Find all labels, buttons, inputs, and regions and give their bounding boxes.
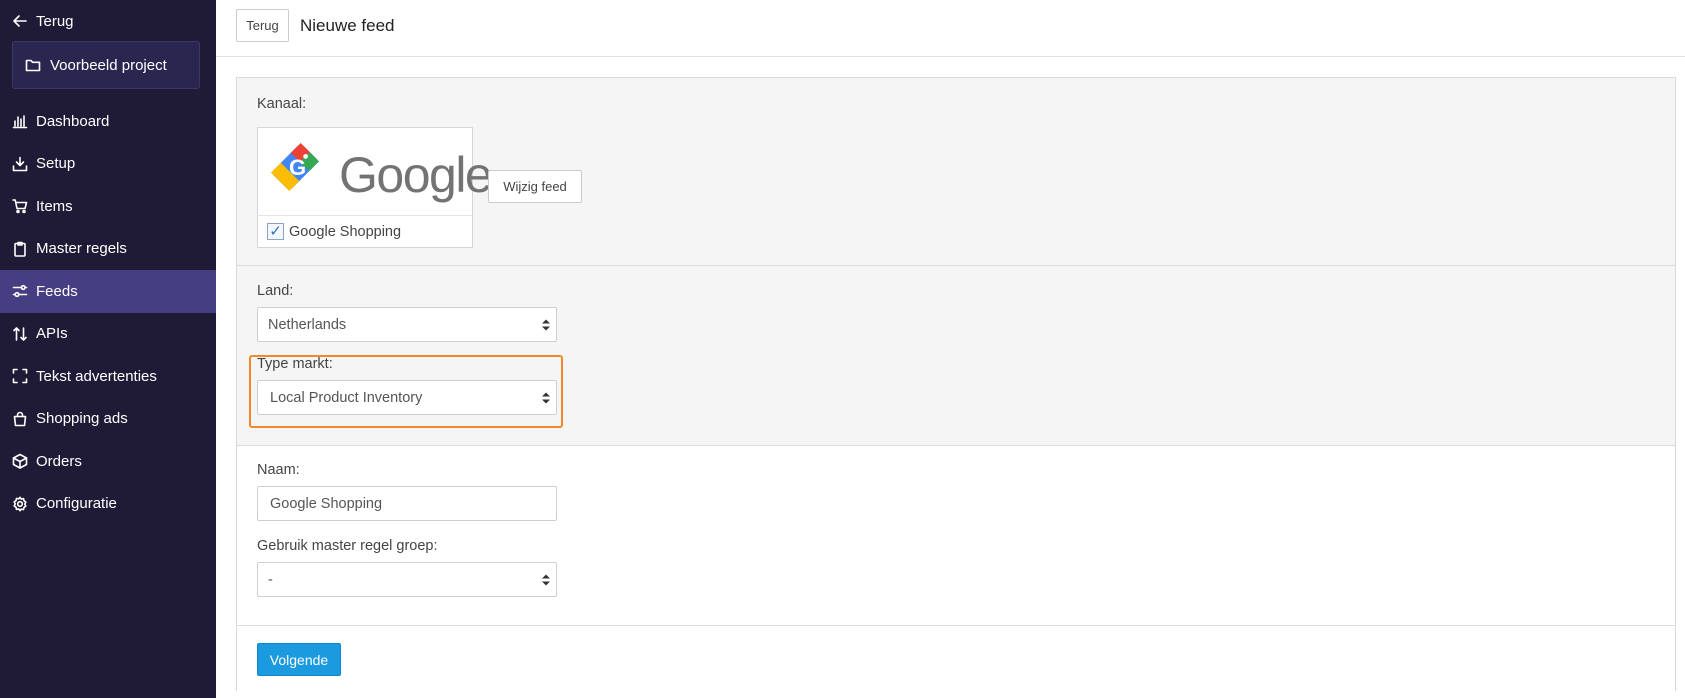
sidebar-item-shopping-ads[interactable]: Shopping ads — [0, 398, 216, 441]
back-link[interactable]: Terug — [12, 9, 74, 33]
back-link-label: Terug — [36, 12, 74, 30]
market-type-highlight — [249, 355, 563, 428]
country-label: Land: — [257, 283, 294, 299]
sidebar-item-label: Master regels — [36, 240, 127, 258]
arrow-left-icon — [12, 13, 28, 29]
sidebar-item-tekst-advertenties[interactable]: Tekst advertenties — [0, 355, 216, 398]
sidebar-item-orders[interactable]: Orders — [0, 440, 216, 483]
download-icon — [12, 156, 28, 172]
sidebar-item-label: Orders — [36, 452, 82, 470]
clipboard-icon — [12, 241, 28, 257]
sliders-icon — [12, 283, 28, 299]
sidebar-item-dashboard[interactable]: Dashboard — [0, 100, 216, 143]
sidebar-item-label: Tekst advertenties — [36, 367, 157, 385]
page-header: Terug Nieuwe feed — [216, 0, 1685, 57]
google-wordmark: Google — [339, 147, 493, 203]
sidebar-nav: Dashboard Setup Items Master regels Feed… — [0, 100, 216, 525]
feed-name-input[interactable]: Google Shopping — [257, 486, 557, 521]
google-shopping-logo: G Google — [258, 128, 493, 216]
frame-corners-icon — [12, 368, 28, 384]
cart-icon — [12, 198, 28, 214]
page-title: Nieuwe feed — [300, 16, 395, 35]
channel-name: Google Shopping — [289, 223, 402, 240]
channel-section: Kanaal: G Google ✓ Google Shopping Wijzi… — [237, 78, 1675, 266]
folder-icon — [25, 57, 41, 73]
select-arrows-icon — [542, 319, 550, 331]
form-actions: Volgende — [237, 626, 1675, 692]
channel-checkbox-row[interactable]: ✓ Google Shopping — [267, 223, 401, 240]
sidebar-item-setup[interactable]: Setup — [0, 143, 216, 186]
feed-name-value: Google Shopping — [270, 495, 383, 512]
feed-form-card: Kanaal: G Google ✓ Google Shopping Wijzi… — [236, 77, 1676, 692]
master-group-select-value: - — [268, 571, 273, 588]
sidebar-item-label: Shopping ads — [36, 410, 128, 428]
back-button[interactable]: Terug — [236, 9, 289, 42]
channel-card[interactable]: G Google ✓ Google Shopping — [257, 127, 493, 248]
svg-text:G: G — [289, 155, 306, 180]
master-group-select[interactable]: - — [257, 562, 557, 597]
sidebar-item-feeds[interactable]: Feeds — [0, 270, 216, 313]
channel-label: Kanaal: — [257, 96, 307, 112]
sidebar-item-label: APIs — [36, 325, 68, 343]
box-icon — [12, 453, 28, 470]
gear-icon — [12, 496, 28, 512]
sort-arrows-icon — [12, 326, 28, 342]
sidebar-item-master-regels[interactable]: Master regels — [0, 228, 216, 271]
sidebar-item-label: Dashboard — [36, 112, 110, 130]
project-name: Voorbeeld project — [50, 56, 167, 74]
sidebar-item-label: Feeds — [36, 282, 78, 300]
master-group-label: Gebruik master regel groep: — [257, 538, 438, 554]
select-arrows-icon — [542, 574, 550, 586]
next-button[interactable]: Volgende — [257, 643, 341, 676]
sidebar-item-apis[interactable]: APIs — [0, 313, 216, 356]
sidebar-item-label: Configuratie — [36, 495, 117, 513]
sidebar-item-configuratie[interactable]: Configuratie — [0, 483, 216, 526]
sidebar-item-label: Setup — [36, 155, 76, 173]
country-select[interactable]: Netherlands — [257, 307, 557, 342]
change-feed-button[interactable]: Wijzig feed — [488, 170, 582, 203]
bar-chart-icon — [12, 113, 28, 129]
name-section: Naam: Google Shopping Gebruik master reg… — [237, 446, 1675, 626]
sidebar-item-items[interactable]: Items — [0, 185, 216, 228]
google-shopping-tag-icon: G — [270, 142, 320, 192]
sidebar-item-label: Items — [36, 197, 73, 215]
project-selector[interactable]: Voorbeeld project — [12, 41, 200, 89]
channel-checkbox[interactable]: ✓ — [267, 223, 284, 240]
shopping-bag-icon — [12, 411, 28, 427]
sidebar: Terug Voorbeeld project Dashboard Setup … — [0, 0, 216, 698]
name-label: Naam: — [257, 462, 300, 478]
country-select-value: Netherlands — [268, 316, 347, 333]
